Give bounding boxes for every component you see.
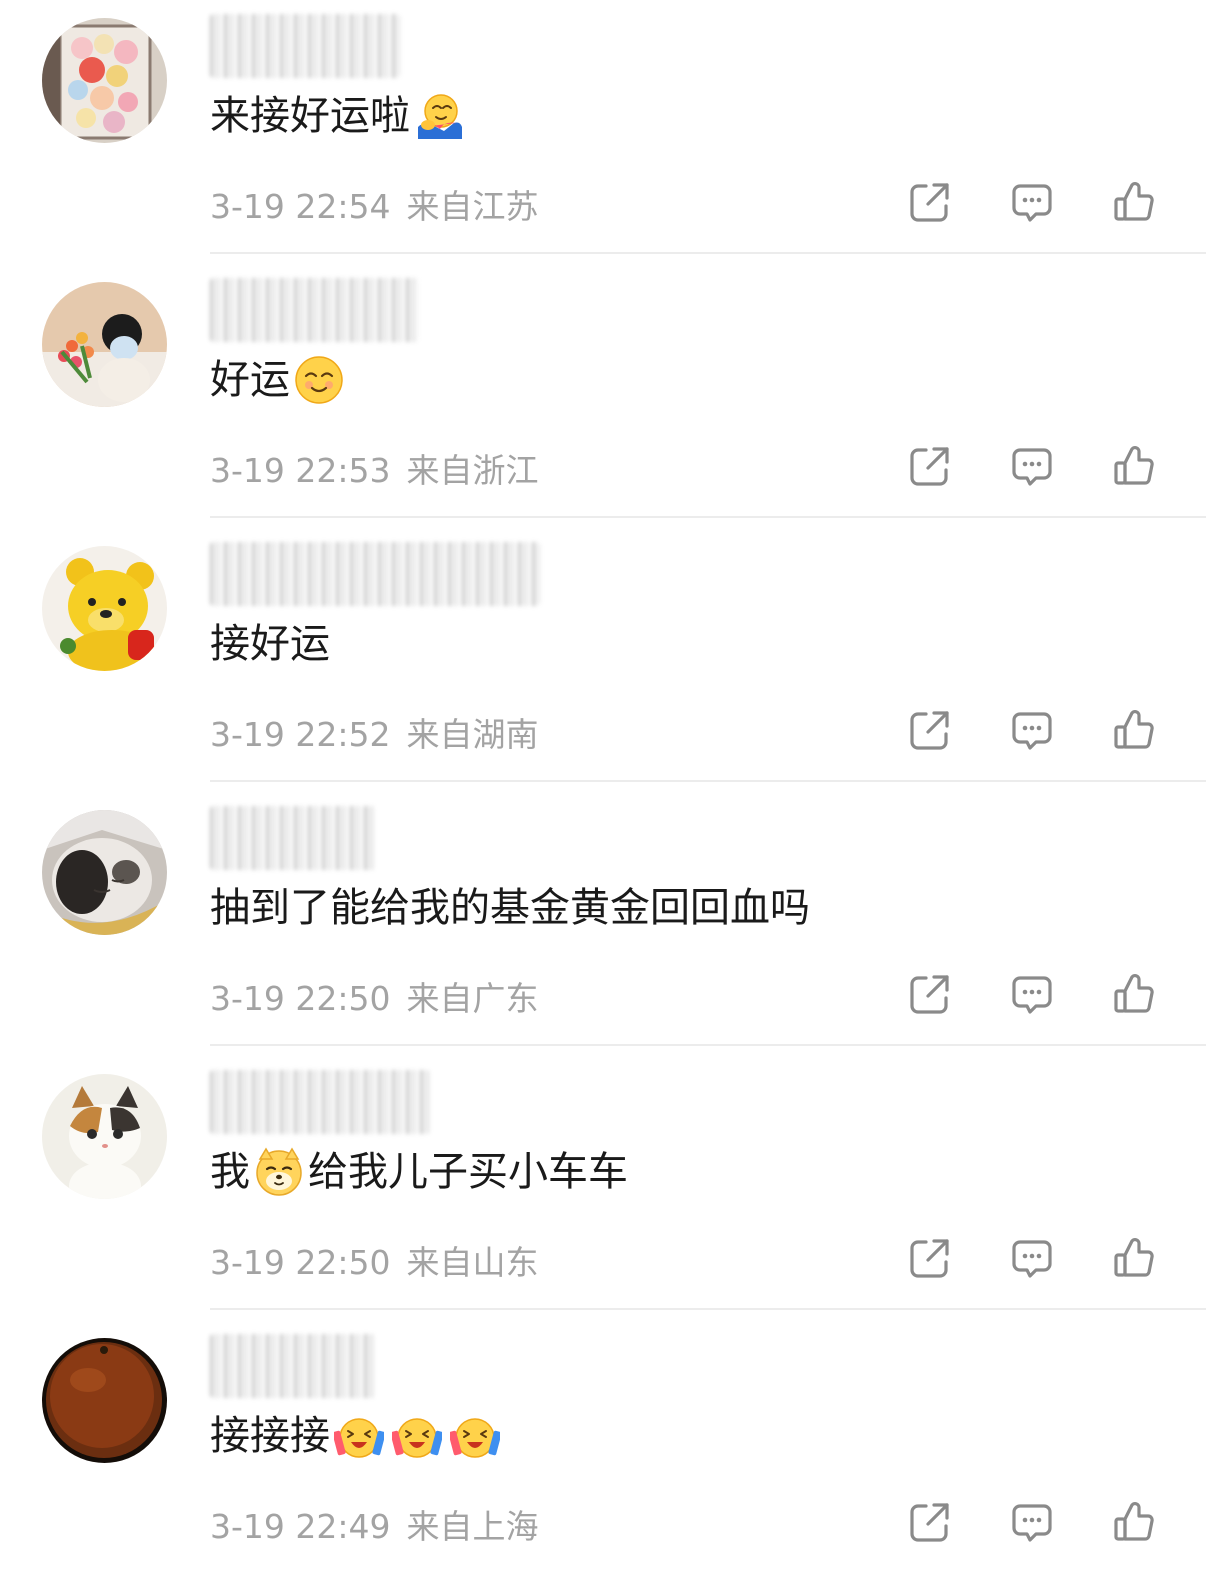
comment-text: 我 给我儿子买小车车 <box>210 1144 628 1200</box>
comment-icon[interactable] <box>1010 1500 1054 1544</box>
comment-item: 接好运 3-19 22:52 来自湖南 <box>0 528 1206 792</box>
thumbs-up-icon[interactable] <box>1112 708 1156 752</box>
flowers-girl-avatar[interactable] <box>42 282 167 407</box>
comment-text-part: 抽到了能给我的基金黄金回回血吗 <box>210 885 810 931</box>
comment-meta: 3-19 22:53 来自浙江 <box>210 444 539 492</box>
blurred-username[interactable] <box>210 1070 430 1134</box>
blurred-username[interactable] <box>210 806 375 870</box>
comment-location: 来自上海 <box>406 1507 539 1546</box>
calico-cat-avatar[interactable] <box>42 1074 167 1199</box>
comment-meta: 3-19 22:54 来自江苏 <box>210 180 539 228</box>
comment-text-part: 来接好运啦 <box>210 93 410 139</box>
comment-text: 接接接 <box>210 1408 504 1464</box>
hug-emoji <box>414 91 464 141</box>
comment-item: 好运 3-19 22:53 来自浙江 <box>0 264 1206 528</box>
comment-text: 来接好运啦 <box>210 88 468 144</box>
divider <box>210 1308 1206 1310</box>
blurred-username[interactable] <box>210 14 400 78</box>
comment-text: 好运 <box>210 352 348 408</box>
share-icon[interactable] <box>908 1500 952 1544</box>
share-icon[interactable] <box>908 444 952 488</box>
comment-icon[interactable] <box>1010 180 1054 224</box>
share-icon[interactable] <box>908 708 952 752</box>
comment-item: 接接接 3-19 22:49 来自上海 <box>0 1320 1206 1584</box>
thumbs-up-icon[interactable] <box>1112 972 1156 1016</box>
comment-text-part: 接好运 <box>210 621 330 667</box>
cheer-emoji <box>450 1411 500 1461</box>
yellow-bear-avatar[interactable] <box>42 546 167 671</box>
comment-item: 抽到了能给我的基金黄金回回血吗 3-19 22:50 来自广东 <box>0 792 1206 1056</box>
cheer-emoji <box>392 1411 442 1461</box>
comment-time: 3-19 22:50 <box>210 979 391 1018</box>
orange-avatar[interactable] <box>42 1338 167 1463</box>
thumbs-up-icon[interactable] <box>1112 1500 1156 1544</box>
comment-time: 3-19 22:49 <box>210 1507 391 1546</box>
thumbs-up-icon[interactable] <box>1112 1236 1156 1280</box>
comment-icon[interactable] <box>1010 972 1054 1016</box>
blurred-username[interactable] <box>210 278 420 342</box>
comment-text-part: 我 <box>210 1149 250 1195</box>
comment-item: 来接好运啦 3-19 22:54 来自江苏 <box>0 0 1206 264</box>
share-icon[interactable] <box>908 1236 952 1280</box>
comment-location: 来自山东 <box>406 1243 539 1282</box>
thumbs-up-icon[interactable] <box>1112 180 1156 224</box>
comment-time: 3-19 22:50 <box>210 1243 391 1282</box>
divider <box>210 780 1206 782</box>
divider <box>210 252 1206 254</box>
comment-time: 3-19 22:53 <box>210 451 391 490</box>
balloons-avatar[interactable] <box>42 18 167 143</box>
comment-location: 来自浙江 <box>406 451 539 490</box>
sleeping-cat-avatar[interactable] <box>42 810 167 935</box>
comment-location: 来自广东 <box>406 979 539 1018</box>
comment-text-part: 好运 <box>210 357 290 403</box>
comment-meta: 3-19 22:52 来自湖南 <box>210 708 539 756</box>
share-icon[interactable] <box>908 180 952 224</box>
comment-text: 抽到了能给我的基金黄金回回血吗 <box>210 880 810 936</box>
comment-text: 接好运 <box>210 616 330 672</box>
divider <box>210 516 1206 518</box>
comment-location: 来自湖南 <box>406 715 539 754</box>
comment-meta: 3-19 22:49 来自上海 <box>210 1500 539 1548</box>
comment-meta: 3-19 22:50 来自广东 <box>210 972 539 1020</box>
comment-text-part: 接接接 <box>210 1413 330 1459</box>
cheer-emoji <box>334 1411 384 1461</box>
comment-time: 3-19 22:54 <box>210 187 391 226</box>
blurred-username[interactable] <box>210 1334 375 1398</box>
blurred-username[interactable] <box>210 542 540 606</box>
comment-icon[interactable] <box>1010 1236 1054 1280</box>
comment-text-part: 给我儿子买小车车 <box>308 1149 628 1195</box>
divider <box>210 1044 1206 1046</box>
comment-item: 我 给我儿子买小车车 3-19 22:50 来自山东 <box>0 1056 1206 1320</box>
doge-emoji <box>254 1147 304 1197</box>
comment-time: 3-19 22:52 <box>210 715 391 754</box>
thumbs-up-icon[interactable] <box>1112 444 1156 488</box>
share-icon[interactable] <box>908 972 952 1016</box>
smile-emoji <box>294 355 344 405</box>
comment-location: 来自江苏 <box>406 187 539 226</box>
comment-meta: 3-19 22:50 来自山东 <box>210 1236 539 1284</box>
comment-icon[interactable] <box>1010 708 1054 752</box>
comment-icon[interactable] <box>1010 444 1054 488</box>
